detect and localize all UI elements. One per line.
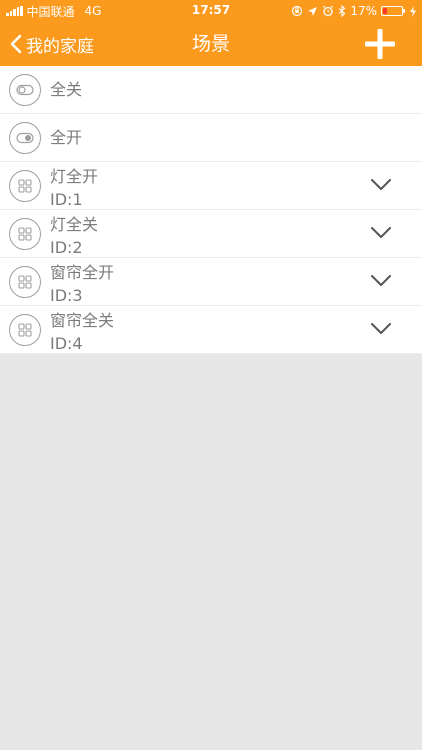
battery-percent: 17%	[350, 4, 377, 18]
scene-list: 全关 全开 灯全开 ID:1 灯全关 ID:2 窗帘全开 ID:3 窗帘全关 I…	[0, 66, 422, 354]
toggle-off-icon	[9, 74, 41, 106]
toggle-on-icon	[9, 122, 41, 154]
grid-icon	[9, 170, 41, 202]
back-label: 我的家庭	[26, 36, 94, 57]
nav-bar: 我的家庭 场景	[0, 22, 422, 66]
status-bar: 中国联通 4G 17:57 17%	[0, 0, 422, 22]
battery-icon	[381, 6, 405, 16]
scene-item[interactable]: 窗帘全开 ID:3	[0, 258, 422, 306]
grid-icon	[9, 266, 41, 298]
back-button[interactable]: 我的家庭	[10, 22, 94, 66]
charging-icon	[410, 5, 416, 17]
scene-label: 全关	[50, 80, 83, 99]
bluetooth-icon	[338, 5, 346, 17]
chevron-down-icon[interactable]	[370, 274, 392, 288]
status-right: 17%	[291, 3, 416, 19]
scene-item[interactable]: 灯全开 ID:1	[0, 162, 422, 210]
chevron-down-icon[interactable]	[370, 322, 392, 336]
scene-id: ID:3	[50, 286, 83, 305]
chevron-down-icon[interactable]	[370, 226, 392, 240]
grid-icon	[9, 314, 41, 346]
grid-icon	[9, 218, 41, 250]
scene-name: 窗帘全开	[50, 263, 115, 282]
scene-all-on[interactable]: 全开	[0, 114, 422, 162]
scene-id: ID:2	[50, 238, 83, 257]
scene-all-off[interactable]: 全关	[0, 66, 422, 114]
scene-item[interactable]: 窗帘全关 ID:4	[0, 306, 422, 354]
scene-name: 灯全关	[50, 215, 99, 234]
chevron-left-icon	[10, 34, 22, 54]
scene-item[interactable]: 灯全关 ID:2	[0, 210, 422, 258]
scene-name: 灯全开	[50, 167, 99, 186]
lock-rotation-icon	[292, 5, 303, 17]
scene-id: ID:4	[50, 334, 83, 353]
chevron-down-icon[interactable]	[370, 178, 392, 192]
add-scene-button[interactable]	[364, 28, 396, 60]
scene-label: 全开	[50, 128, 83, 147]
location-icon	[308, 6, 318, 16]
scene-id: ID:1	[50, 190, 83, 209]
alarm-icon	[323, 5, 334, 17]
scene-name: 窗帘全关	[50, 311, 115, 330]
